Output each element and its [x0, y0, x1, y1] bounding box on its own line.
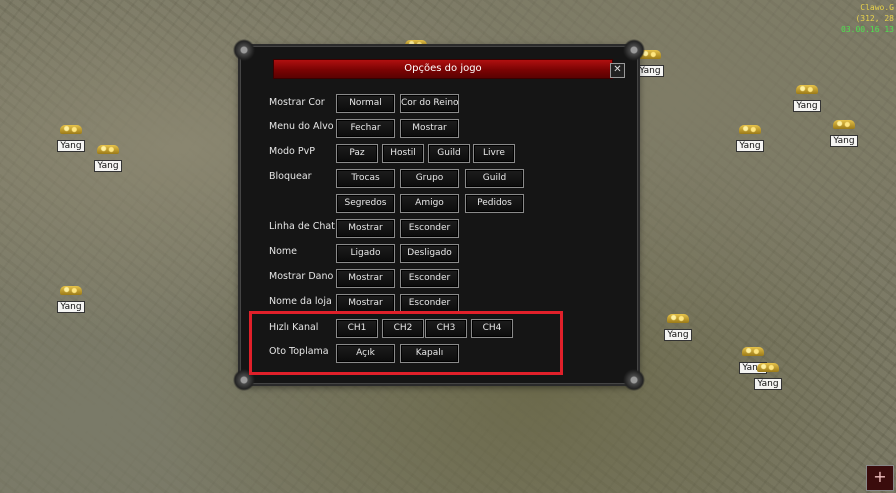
player-name: Clawo.G [860, 3, 894, 12]
hud-info: Clawo.G (312, 28 03.00.16 13 [841, 2, 894, 35]
button-livre[interactable]: Livre [473, 144, 515, 163]
player-coords: (312, 28 [855, 14, 894, 23]
game-clock: 03.00.16 13 [841, 25, 894, 34]
button-segredos[interactable]: Segredos [336, 194, 395, 213]
yang-label: Yang [636, 65, 664, 77]
yang-label: Yang [754, 378, 782, 390]
yang-label: Yang [94, 160, 122, 172]
button-hostil[interactable]: Hostil [382, 144, 424, 163]
button-guild-block[interactable]: Guild [465, 169, 524, 188]
button-normal[interactable]: Normal [336, 94, 395, 113]
coin-pile-icon [833, 120, 855, 129]
label-modo-pvp: Modo PvP [269, 146, 315, 157]
button-grupo[interactable]: Grupo [400, 169, 459, 188]
button-fechar[interactable]: Fechar [336, 119, 395, 138]
button-paz[interactable]: Paz [336, 144, 378, 163]
label-bloquear: Bloquear [269, 171, 312, 182]
window-corner-ornament [623, 39, 645, 61]
button-mostrar-chat[interactable]: Mostrar [336, 219, 395, 238]
button-esconder-chat[interactable]: Esconder [400, 219, 459, 238]
button-mostrar-dano[interactable]: Mostrar [336, 269, 395, 288]
label-nome-da-loja: Nome da loja [269, 296, 332, 307]
yang-drop[interactable]: Yang [735, 125, 765, 152]
coin-pile-icon [796, 85, 818, 94]
button-guild-pvp[interactable]: Guild [428, 144, 470, 163]
highlight-box [249, 311, 563, 375]
yang-label: Yang [793, 100, 821, 112]
button-amigo[interactable]: Amigo [400, 194, 459, 213]
yang-drop[interactable]: Yang [829, 120, 859, 147]
button-pedidos[interactable]: Pedidos [465, 194, 524, 213]
button-cor-do-reino[interactable]: Cor do Reino [400, 94, 459, 113]
button-trocas[interactable]: Trocas [336, 169, 395, 188]
label-linha-de-chat: Linha de Chat [269, 221, 335, 232]
label-mostrar-cor: Mostrar Cor [269, 97, 325, 108]
close-button[interactable]: ✕ [610, 63, 625, 78]
yang-drop[interactable]: Yang [663, 314, 693, 341]
coin-pile-icon [739, 125, 761, 134]
yang-label: Yang [664, 329, 692, 341]
window-corner-ornament [623, 369, 645, 391]
yang-label: Yang [736, 140, 764, 152]
button-desligado[interactable]: Desligado [400, 244, 459, 263]
coin-pile-icon [742, 347, 764, 356]
coin-pile-icon [97, 145, 119, 154]
yang-drop[interactable]: Yang [56, 286, 86, 313]
yang-drop[interactable]: Yang [753, 363, 783, 390]
label-mostrar-dano: Mostrar Dano [269, 271, 334, 282]
yang-label: Yang [57, 140, 85, 152]
yang-drop[interactable]: Yang [56, 125, 86, 152]
yang-drop[interactable]: Yang [93, 145, 123, 172]
coin-pile-icon [60, 286, 82, 295]
menu-toggle-icon[interactable]: + [866, 465, 894, 491]
coin-pile-icon [60, 125, 82, 134]
yang-drop[interactable]: Yang [792, 85, 822, 112]
coin-pile-icon [757, 363, 779, 372]
yang-label: Yang [57, 301, 85, 313]
coin-pile-icon [667, 314, 689, 323]
button-ligado[interactable]: Ligado [336, 244, 395, 263]
window-title[interactable]: Opções do jogo [273, 59, 613, 79]
label-nome: Nome [269, 246, 298, 257]
window-corner-ornament [233, 39, 255, 61]
yang-label: Yang [830, 135, 858, 147]
button-esconder-dano[interactable]: Esconder [400, 269, 459, 288]
label-menu-do-alvo: Menu do Alvo [269, 121, 334, 132]
button-mostrar-alvo[interactable]: Mostrar [400, 119, 459, 138]
